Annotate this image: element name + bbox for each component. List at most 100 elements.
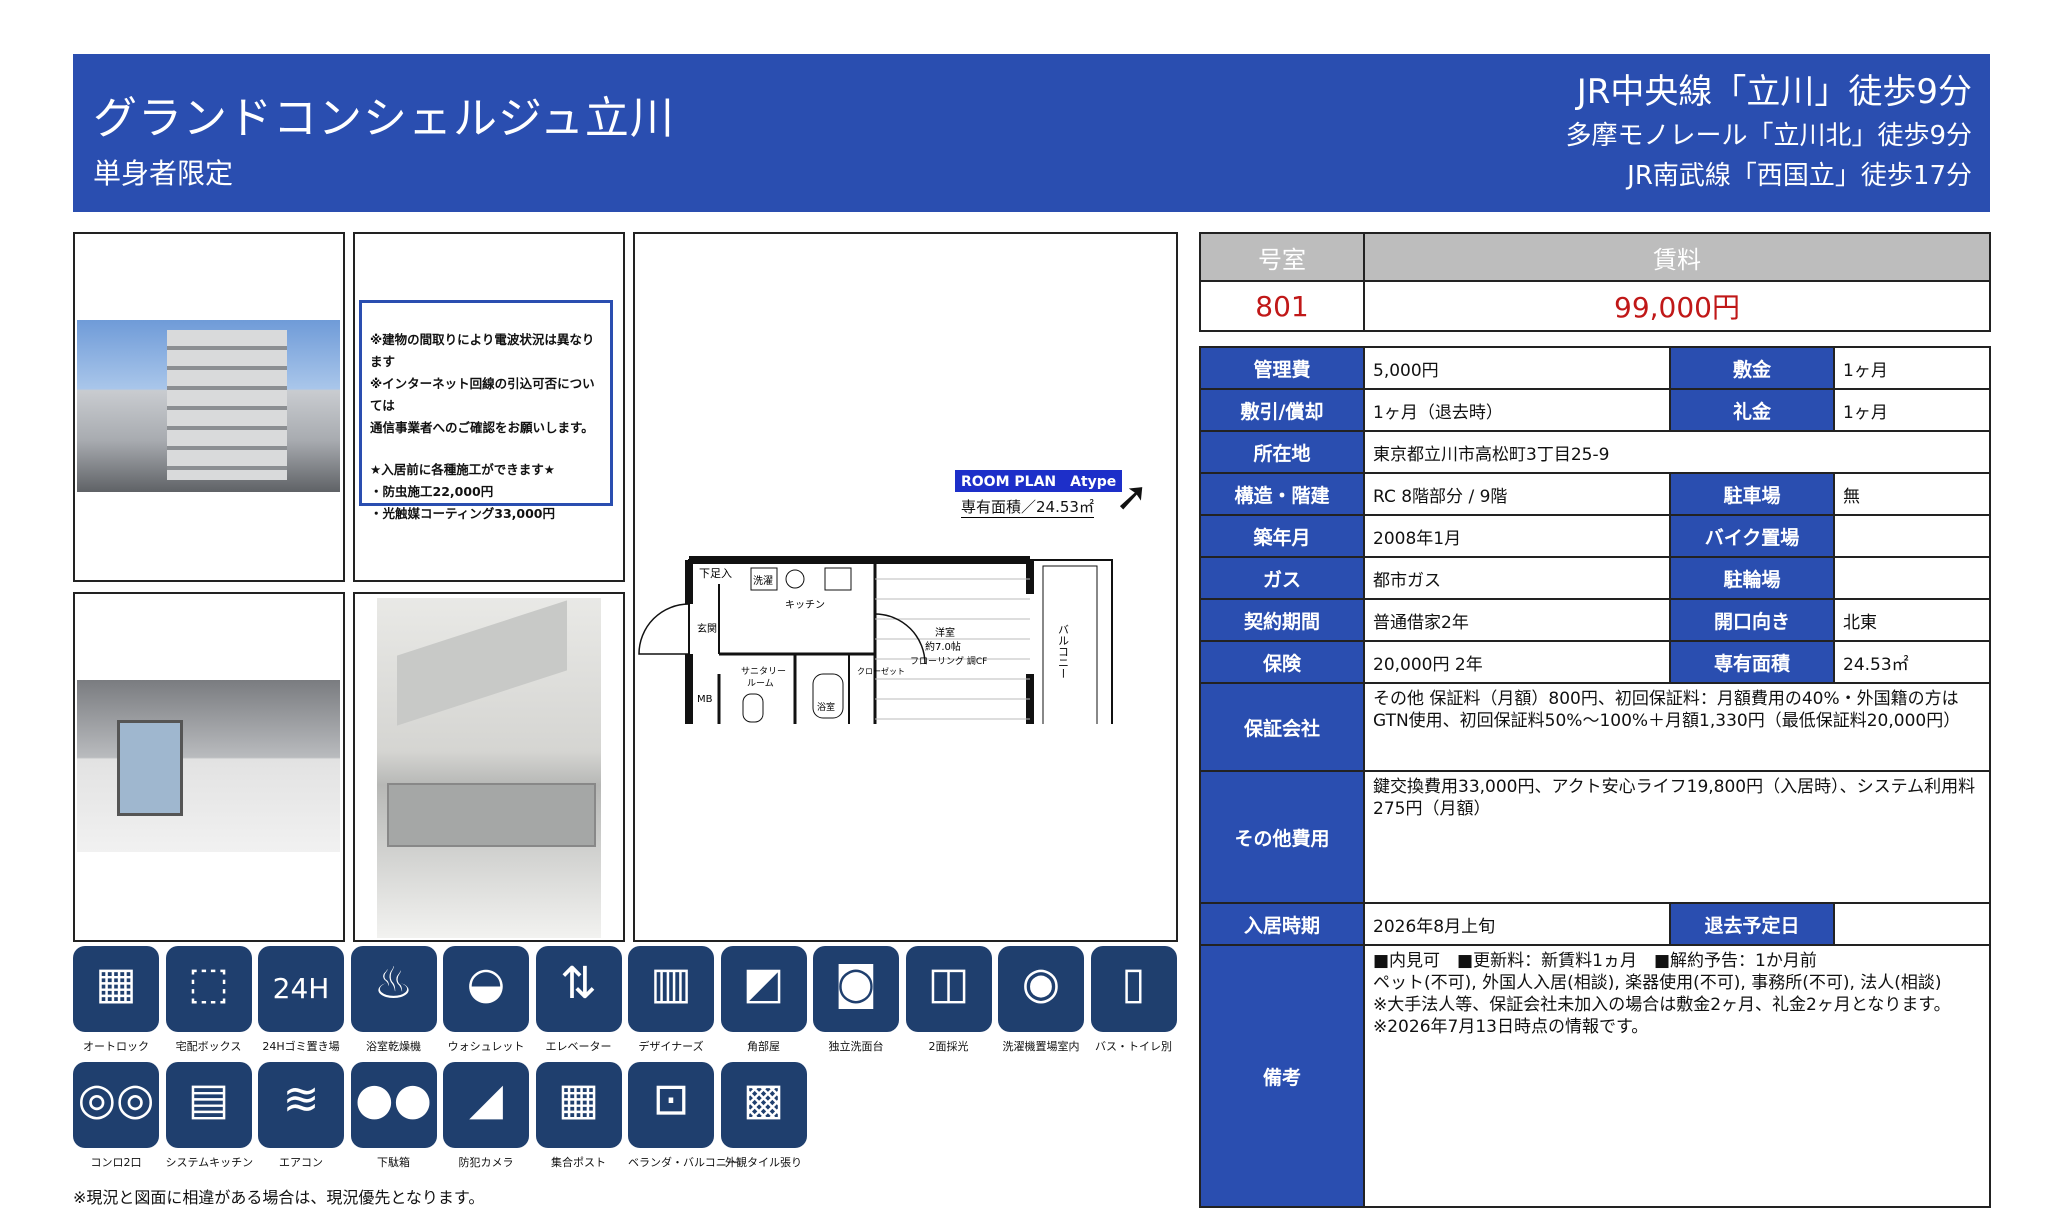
amenity-label: 角部屋 [747, 1040, 780, 1053]
icon-glyph: 24H [272, 972, 330, 1005]
plan-text: ルーム [747, 678, 774, 689]
label-contract: 契約期間 [1199, 598, 1365, 642]
amenity-item: ▥ デザイナーズ [628, 946, 714, 1054]
plan-text: 洋室 [935, 626, 955, 639]
room-photo-frame [73, 592, 345, 942]
label-bike: バイク置場 [1669, 514, 1835, 558]
amenity-label: デザイナーズ [638, 1040, 704, 1053]
notice-line: ・光触媒コーティング33,000円 [370, 506, 555, 521]
washing-machine-icon: ◉ [998, 946, 1084, 1032]
notice-line: ※建物の間取りにより電波状況は異なります [370, 332, 595, 369]
value-cycle [1833, 556, 1991, 600]
amenity-item: ▦ 集合ポスト [535, 1062, 622, 1170]
icon-glyph: ◉ [1021, 958, 1061, 1009]
room-number: 801 [1199, 280, 1365, 332]
amenity-label: ウォシュレット [447, 1040, 525, 1053]
icon-glyph: ◢ [469, 1074, 503, 1125]
amenity-label: エレベーター [545, 1040, 612, 1053]
kitchen-photo [377, 598, 601, 938]
label-other-costs: その他費用 [1199, 770, 1365, 904]
amenity-item: ◙ 独立洗面台 [813, 946, 899, 1054]
floorplan-label: ROOM PLAN Atype [955, 470, 1123, 492]
amenity-item: ◉ 洗濯機置場室内 [998, 946, 1084, 1054]
label-remarks: 備考 [1199, 944, 1365, 1208]
mailbox-icon: ▦ [535, 1062, 622, 1148]
amenity-item: ▦ オートロック [73, 946, 159, 1054]
bathroom-dryer-icon: ♨ [350, 946, 437, 1032]
amenity-item: ◩ 角部屋 [720, 946, 807, 1054]
amenity-item: ●● 下駄箱 [350, 1062, 437, 1170]
icon-glyph: ⇅ [560, 958, 597, 1009]
rent-value: 99,000円 [1363, 280, 1991, 332]
plan-text: 下足入 [699, 567, 732, 580]
amenity-label: 下駄箱 [377, 1156, 410, 1169]
designers-icon: ▥ [628, 946, 714, 1032]
footnote: ※現況と図面に相違がある場合は、現況優先となります。 [73, 1188, 485, 1207]
label-kanri: 管理費 [1199, 346, 1365, 390]
value-area: 24.53㎡ [1833, 640, 1991, 684]
amenity-item: ▯ バス・トイレ別 [1090, 946, 1177, 1054]
amenity-label: 集合ポスト [551, 1156, 606, 1169]
amenity-label: バス・トイレ別 [1095, 1040, 1172, 1053]
icon-glyph: ▦ [557, 1074, 600, 1125]
plan-text: 洗濯 [753, 575, 773, 587]
plan-text: バルコニー [1057, 624, 1070, 679]
amenity-label: オートロック [83, 1040, 149, 1053]
rent-header: 賃料 [1363, 232, 1991, 282]
system-kitchen-icon: ▤ [165, 1062, 252, 1148]
icon-glyph: ⬚ [187, 958, 230, 1009]
remarks-line: ペット(不可), 外国人入居(相談), 楽器使用(不可), 事務所(不可), 法… [1373, 973, 1942, 993]
value-move-out [1833, 902, 1991, 946]
access-line: JR南武線「西国立」徒歩17分 [1627, 161, 1972, 191]
remarks-line: ※2026年7月13日時点の情報です。 [1373, 1017, 1649, 1037]
stove-2-icon: ◎◎ [73, 1062, 159, 1148]
plan-text: 約7.0帖 [925, 640, 961, 653]
tile-exterior-icon: ▩ [720, 1062, 807, 1148]
label-direction: 開口向き [1669, 598, 1835, 642]
amenity-label: ベランダ・バルコニー [628, 1156, 738, 1169]
room-header: 号室 [1199, 232, 1365, 282]
icon-glyph: ▯ [1121, 958, 1146, 1009]
notice-line: ・防虫施工22,000円 [370, 484, 494, 499]
property-title: グランドコンシェルジュ立川 [93, 93, 675, 144]
plan-text: クローゼット [857, 666, 905, 676]
two-side-light-icon: ◫ [905, 946, 992, 1032]
remarks-line: ■内見可 ■更新料：新賃料1ヵ月 ■解約予告：1か月前 [1373, 951, 1817, 971]
amenity-label: 防犯カメラ [458, 1156, 514, 1169]
notice-line: ★入居前に各種施工ができます★ [370, 462, 555, 477]
plan-text: サニタリー [741, 666, 786, 677]
amenity-item: 24H 24Hゴミ置き場 [258, 946, 344, 1054]
remarks-line: ※大手法人等、保証会社未加入の場合は敷金2ヶ月、礼金2ヶ月となります。 [1373, 995, 1951, 1015]
icon-glyph: ▦ [95, 958, 137, 1009]
notice-box: ※建物の間取りにより電波状況は異なります ※インターネット回線の引込可否について… [359, 300, 613, 521]
icon-glyph: ●● [355, 1074, 432, 1125]
property-info-table: 管理費 5,000円 敷金 1ヶ月 敷引/償却 1ヶ月（退去時） 礼金 1ヶ月 … [1199, 346, 1991, 1208]
bath-toilet-separate-icon: ▯ [1090, 946, 1177, 1032]
plan-text: キッチン [785, 599, 825, 611]
value-address: 東京都立川市高松町3丁目25-9 [1363, 430, 1991, 474]
plan-text: 玄関 [697, 622, 717, 635]
label-area: 専有面積 [1669, 640, 1835, 684]
amenity-item: ⇅ エレベーター [535, 946, 622, 1054]
plan-text: 浴室 [817, 701, 835, 713]
icon-glyph: ◒ [466, 958, 506, 1009]
value-structure: RC 8階部分 / 9階 [1363, 472, 1671, 516]
label-shikibiki: 敷引/償却 [1199, 388, 1365, 432]
value-remarks: ■内見可 ■更新料：新賃料1ヵ月 ■解約予告：1か月前 ペット(不可), 外国人… [1363, 944, 1991, 1208]
plan-text: フローリング 調CF [910, 655, 987, 667]
elevator-icon: ⇅ [535, 946, 622, 1032]
floorplan-drawing: 下足入 洗濯 キッチン 玄関 洋室 約7.0帖 フローリング 調CF サニタリー… [638, 556, 1113, 724]
label-built: 築年月 [1199, 514, 1365, 558]
amenity-item: ▩ 外観タイル張り [720, 1062, 807, 1170]
value-parking: 無 [1833, 472, 1991, 516]
amenity-item: ▤ システムキッチン [165, 1062, 253, 1170]
access-line: JR中央線「立川」徒歩9分 [1576, 72, 1972, 112]
value-other-costs: 鍵交換費用33,000円、アクト安心ライフ19,800円（入居時）、システム利用… [1363, 770, 1991, 904]
value-contract: 普通借家2年 [1363, 598, 1671, 642]
amenity-label: 浴室乾燥機 [366, 1040, 421, 1053]
plan-text: MB [697, 694, 713, 705]
amenity-label: 24Hゴミ置き場 [262, 1040, 340, 1053]
label-insurance: 保険 [1199, 640, 1365, 684]
value-rei: 1ヶ月 [1833, 388, 1991, 432]
amenity-label: 宅配ボックス [175, 1040, 242, 1053]
